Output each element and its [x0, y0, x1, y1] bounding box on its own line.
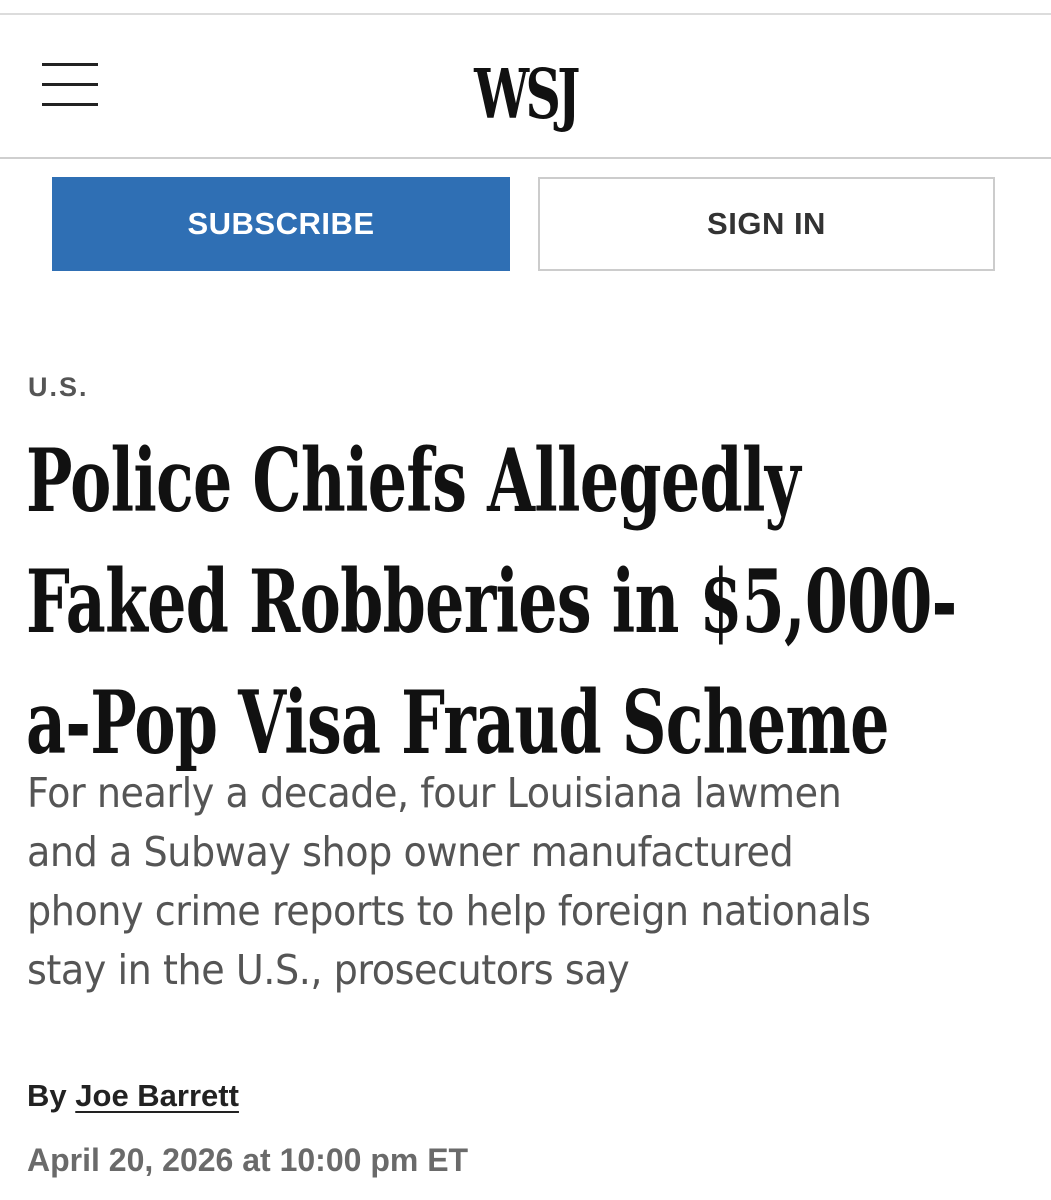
article-page: WSJ SUBSCRIBE SIGN IN U.S. Police Chiefs…: [0, 0, 1051, 1200]
menu-button[interactable]: [38, 57, 102, 119]
byline: By Joe Barrett: [27, 1078, 239, 1114]
site-header: WSJ: [0, 15, 1051, 158]
article-dek: For nearly a decade, four Louisiana lawm…: [27, 769, 871, 994]
article-headline: Police Chiefs Allegedly Faked Robberies …: [26, 429, 957, 774]
byline-prefix: By: [27, 1078, 67, 1113]
hamburger-menu-icon[interactable]: [42, 61, 98, 109]
section-label[interactable]: U.S.: [28, 372, 89, 403]
subscribe-button[interactable]: SUBSCRIBE: [52, 177, 510, 271]
sign-in-button[interactable]: SIGN IN: [538, 177, 995, 271]
author-link[interactable]: Joe Barrett: [75, 1078, 239, 1113]
header-divider: [0, 157, 1051, 159]
site-logo[interactable]: WSJ: [147, 55, 904, 135]
publish-timestamp: April 20, 2026 at 10:00 pm ET: [27, 1142, 469, 1178]
